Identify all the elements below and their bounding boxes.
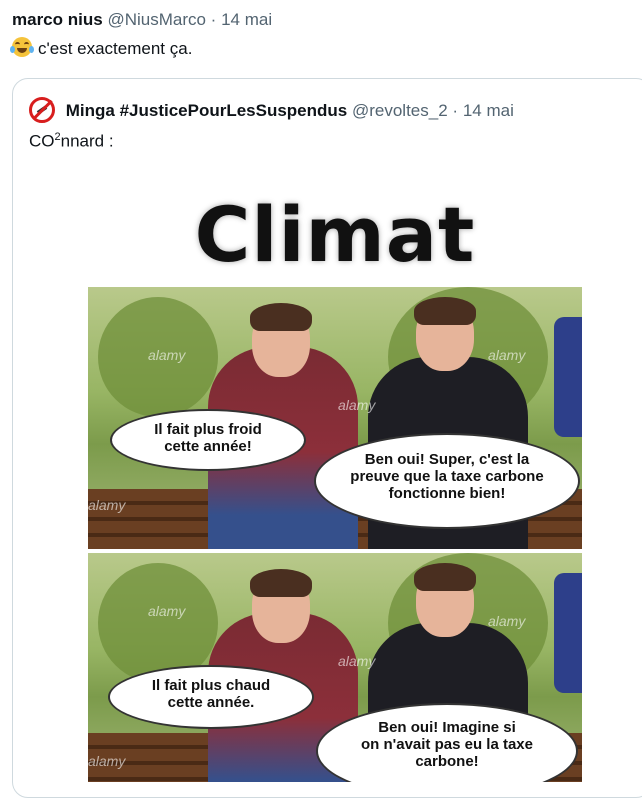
watermark: alamy [488,613,526,629]
meme-image[interactable]: Climat alamy alamy alamy alamy Il fait p… [88,172,582,782]
quoted-text: CO2nnard : [29,131,114,152]
bubble-line: carbone! [415,753,479,770]
tweet-text-content: c'est exactement ça. [38,39,193,58]
bubble-line: Il fait plus froid [154,421,262,438]
tweet[interactable]: marco nius @NiusMarco · 14 mai c'est exa… [0,0,642,798]
speech-bubble-right: Ben oui! Super, c'est la preuve que la t… [314,433,580,529]
tweet-header: marco nius @NiusMarco · 14 mai [12,10,272,30]
watermark: alamy [148,347,186,363]
quoted-author-name[interactable]: Minga #JusticePourLesSuspendus [66,101,348,120]
speech-bubble-left: Il fait plus chaud cette année. [108,665,314,729]
quoted-separator: · [452,101,459,120]
bubble-line: Ben oui! Super, c'est la [364,451,530,468]
author-name[interactable]: marco nius [12,10,103,29]
watermark: alamy [338,397,376,413]
joy-tears-emoji-icon [10,37,34,57]
quoted-text-prefix: CO [29,131,55,151]
bubble-line: Ben oui! Imagine si [378,719,516,736]
bubble-line: on n'avait pas eu la taxe [361,736,533,753]
tweet-date[interactable]: 14 mai [221,10,272,29]
meme-panel-2: alamy alamy alamy alamy Il fait plus cha… [88,553,582,782]
quoted-author-handle[interactable]: @revoltes_2 [352,101,448,120]
author-handle[interactable]: @NiusMarco [107,10,206,29]
meme-panel-1: alamy alamy alamy alamy Il fait plus fro… [88,287,582,549]
quoted-date[interactable]: 14 mai [463,101,514,120]
watermark: alamy [88,753,126,769]
watermark: alamy [338,653,376,669]
watermark: alamy [488,347,526,363]
quoted-header: Minga #JusticePourLesSuspendus @revoltes… [29,97,514,123]
bubble-line: fonctionne bien! [388,485,506,502]
quoted-text-suffix: nnard : [60,131,114,151]
speech-bubble-left: Il fait plus froid cette année! [110,409,306,471]
watermark: alamy [148,603,186,619]
bubble-line: Il fait plus chaud [151,677,271,694]
bubble-line: cette année! [164,438,252,455]
meme-title: Climat [194,190,476,279]
trash-bin [554,573,582,693]
bubble-line: cette année. [167,694,255,711]
trash-bin [554,317,582,437]
separator: · [210,10,217,29]
tweet-text: c'est exactement ça. [10,37,193,59]
no-syringe-icon[interactable] [29,97,55,123]
watermark: alamy [88,497,126,513]
bubble-line: preuve que la taxe carbone [350,468,544,485]
